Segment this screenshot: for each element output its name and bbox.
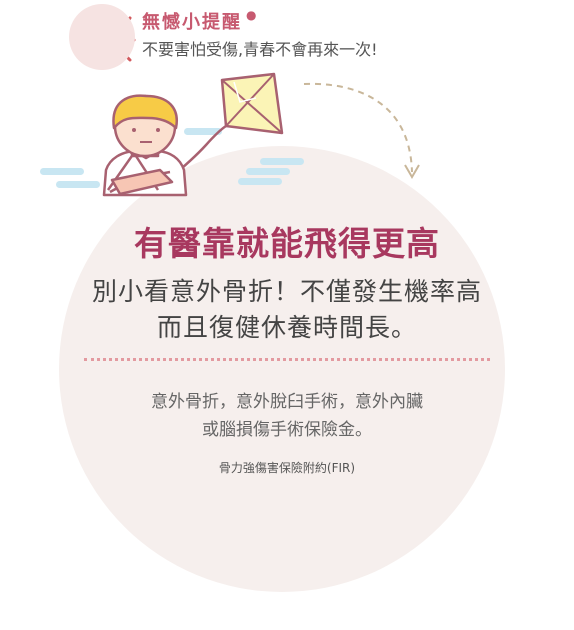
subheadline-line-2: 而且復健休養時間長。	[156, 313, 417, 342]
detail-line-2: 或腦損傷手術保險金。	[202, 420, 372, 440]
megaphone-icon	[69, 4, 135, 70]
cloud-icon	[40, 168, 100, 188]
banner-title: 無憾小提醒 ●	[142, 8, 258, 34]
boy-with-arm-sling-illustration	[102, 94, 188, 197]
headline: 有醫靠就能飛得更高	[134, 224, 440, 263]
bullet-dot: ●	[246, 8, 259, 22]
banner-title-text: 無憾小提醒	[142, 12, 242, 33]
subheadline-line-1: 別小看意外骨折！不僅發生機率高	[91, 277, 482, 306]
cloud-icon	[238, 158, 304, 185]
footnote: 骨力強傷害保險附約(FIR)	[218, 461, 356, 475]
banner-subtitle: 不要害怕受傷,青春不會再來一次!	[142, 40, 378, 59]
dashed-arrow-icon	[303, 82, 420, 179]
detail-line-1: 意外骨折，意外脫臼手術，意外內臟	[151, 392, 423, 412]
dotted-divider	[84, 358, 490, 361]
